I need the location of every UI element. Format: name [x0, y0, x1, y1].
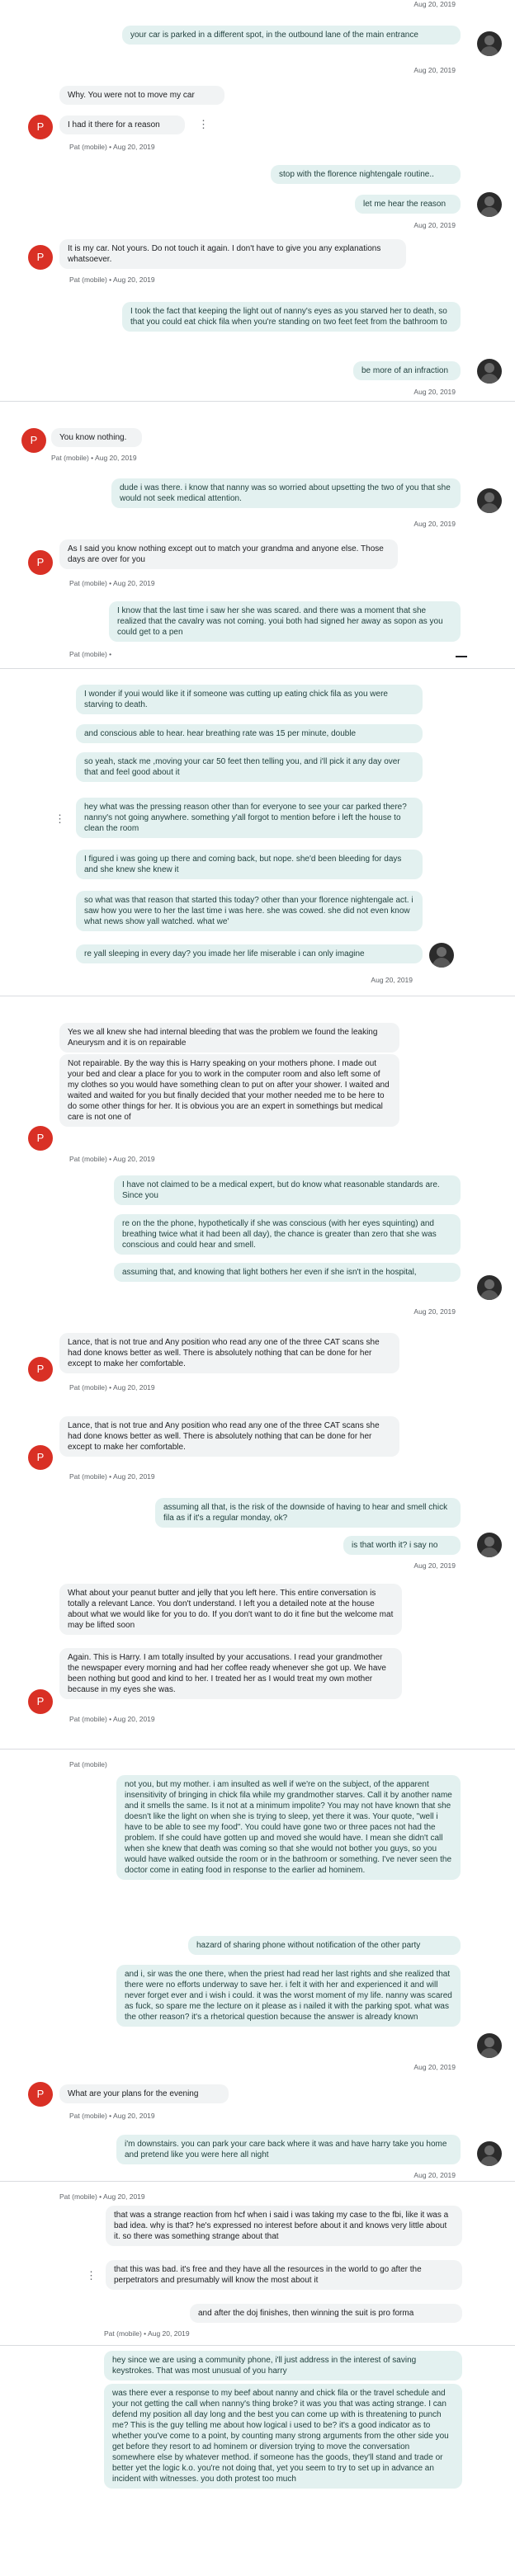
message-timestamp: Aug 20, 2019 — [413, 2171, 456, 2179]
message-timestamp: Aug 20, 2019 — [371, 976, 413, 984]
outgoing-message: assuming all that, is the risk of the do… — [155, 1498, 461, 1528]
incoming-message: that this was bad. it's free and they ha… — [106, 2260, 462, 2290]
incoming-message: What about your peanut butter and jelly … — [59, 1584, 402, 1635]
outgoing-message: was there ever a response to my beef abo… — [104, 2384, 462, 2489]
section-divider — [0, 668, 515, 669]
message-timestamp: Pat (mobile) • Aug 20, 2019 — [69, 275, 155, 284]
message-timestamp: Aug 20, 2019 — [413, 0, 456, 8]
incoming-message: that was a strange reaction from hcf whe… — [106, 2206, 462, 2246]
section-divider — [0, 401, 515, 402]
message-timestamp: Aug 20, 2019 — [413, 388, 456, 396]
incoming-message: and after the doj finishes, then winning… — [190, 2304, 462, 2323]
user-avatar — [429, 943, 454, 968]
outgoing-message: and conscious able to hear. hear breathi… — [76, 724, 423, 743]
sender-avatar: P — [28, 1126, 53, 1151]
outgoing-message: I wonder if youi would like it if someon… — [76, 685, 423, 714]
outgoing-message: re on the the phone, hypothetically if s… — [114, 1214, 461, 1255]
message-timestamp: Pat (mobile) • — [69, 650, 112, 658]
incoming-message: Yes we all knew she had internal bleedin… — [59, 1023, 399, 1053]
user-avatar — [477, 1275, 502, 1300]
message-timestamp: Pat (mobile) • Aug 20, 2019 — [69, 1715, 155, 1723]
message-timestamp: Pat (mobile) — [69, 1760, 107, 1768]
more-vert-icon[interactable]: ⋮ — [86, 2270, 97, 2281]
message-timestamp: Pat (mobile) • Aug 20, 2019 — [69, 1472, 155, 1481]
incoming-message: Why. You were not to move my car — [59, 86, 224, 105]
outgoing-message: is that worth it? i say no — [343, 1536, 461, 1555]
message-timestamp: Pat (mobile) • Aug 20, 2019 — [69, 2112, 155, 2120]
outgoing-message: re yall sleeping in every day? you imade… — [76, 944, 423, 963]
more-vert-icon[interactable]: ⋮ — [198, 119, 209, 130]
sender-avatar: P — [28, 1445, 53, 1470]
message-timestamp: Aug 20, 2019 — [413, 1561, 456, 1570]
sender-avatar: P — [21, 428, 46, 453]
message-timestamp: Aug 20, 2019 — [413, 520, 456, 528]
incoming-message: Lance, that is not true and Any position… — [59, 1333, 399, 1373]
incoming-message: You know nothing. — [51, 428, 142, 447]
outgoing-message: your car is parked in a different spot, … — [122, 26, 461, 45]
outgoing-message: not you, but my mother. i am insulted as… — [116, 1775, 461, 1880]
outgoing-message: hazard of sharing phone without notifica… — [188, 1936, 461, 1955]
message-timestamp: Pat (mobile) • Aug 20, 2019 — [69, 143, 155, 151]
outgoing-message: I took the fact that keeping the light o… — [122, 302, 461, 332]
user-avatar — [477, 2141, 502, 2166]
section-divider — [0, 1749, 515, 1750]
chat-transcript: { "sender": {"name": "Pat (mobile)", "av… — [0, 0, 515, 2576]
incoming-message: As I said you know nothing except out to… — [59, 539, 398, 569]
message-timestamp: Pat (mobile) • Aug 20, 2019 — [59, 2192, 145, 2201]
message-timestamp: Aug 20, 2019 — [413, 1307, 456, 1316]
message-timestamp: Aug 20, 2019 — [413, 66, 456, 74]
sender-avatar: P — [28, 2082, 53, 2107]
message-timestamp: Pat (mobile) • Aug 20, 2019 — [69, 1383, 155, 1392]
message-timestamp: Pat (mobile) • Aug 20, 2019 — [104, 2329, 190, 2338]
message-timestamp: Pat (mobile) • Aug 20, 2019 — [69, 1155, 155, 1163]
outgoing-message: i'm downstairs. you can park your care b… — [116, 2135, 461, 2164]
outgoing-message: assuming that, and knowing that light bo… — [114, 1263, 461, 1282]
outgoing-message: so what was that reason that started thi… — [76, 891, 423, 931]
outgoing-message: hey since we are using a community phone… — [104, 2351, 462, 2381]
outgoing-message: be more of an infraction — [353, 361, 461, 380]
user-avatar — [477, 488, 502, 513]
outgoing-message: hey what was the pressing reason other t… — [76, 798, 423, 838]
user-avatar — [477, 31, 502, 56]
outgoing-message: dude i was there. i know that nanny was … — [111, 478, 461, 508]
sender-avatar: P — [28, 1357, 53, 1382]
incoming-message: It is my car. Not yours. Do not touch it… — [59, 239, 406, 269]
outgoing-message: I know that the last time i saw her she … — [109, 601, 461, 642]
outgoing-message: so yeah, stack me ,moving your car 50 fe… — [76, 752, 423, 782]
sender-avatar: P — [28, 245, 53, 270]
outgoing-message: let me hear the reason — [355, 195, 461, 214]
incoming-message: Lance, that is not true and Any position… — [59, 1416, 399, 1457]
message-timestamp: Aug 20, 2019 — [413, 221, 456, 229]
message-timestamp: Aug 20, 2019 — [413, 2063, 456, 2071]
section-divider — [0, 2181, 515, 2182]
outgoing-message: I figured i was going up there and comin… — [76, 850, 423, 879]
message-timestamp: Pat (mobile) • Aug 20, 2019 — [69, 579, 155, 587]
outgoing-message: stop with the florence nightengale routi… — [271, 165, 461, 184]
message-timestamp: Pat (mobile) • Aug 20, 2019 — [51, 454, 137, 462]
incoming-message: Not repairable. By the way this is Harry… — [59, 1054, 399, 1127]
scroll-indicator — [456, 656, 467, 657]
section-divider — [0, 2345, 515, 2346]
incoming-message: Again. This is Harry. I am totally insul… — [59, 1648, 402, 1699]
incoming-message: What are your plans for the evening — [59, 2084, 229, 2103]
user-avatar — [477, 359, 502, 384]
user-avatar — [477, 2033, 502, 2058]
more-vert-icon[interactable]: ⋮ — [54, 813, 65, 824]
outgoing-message: I have not claimed to be a medical exper… — [114, 1175, 461, 1205]
user-avatar — [477, 1533, 502, 1557]
outgoing-message: and i, sir was the one there, when the p… — [116, 1965, 461, 2027]
sender-avatar: P — [28, 1689, 53, 1714]
incoming-message: I had it there for a reason — [59, 115, 185, 134]
user-avatar — [477, 192, 502, 217]
sender-avatar: P — [28, 115, 53, 139]
sender-avatar: P — [28, 550, 53, 575]
